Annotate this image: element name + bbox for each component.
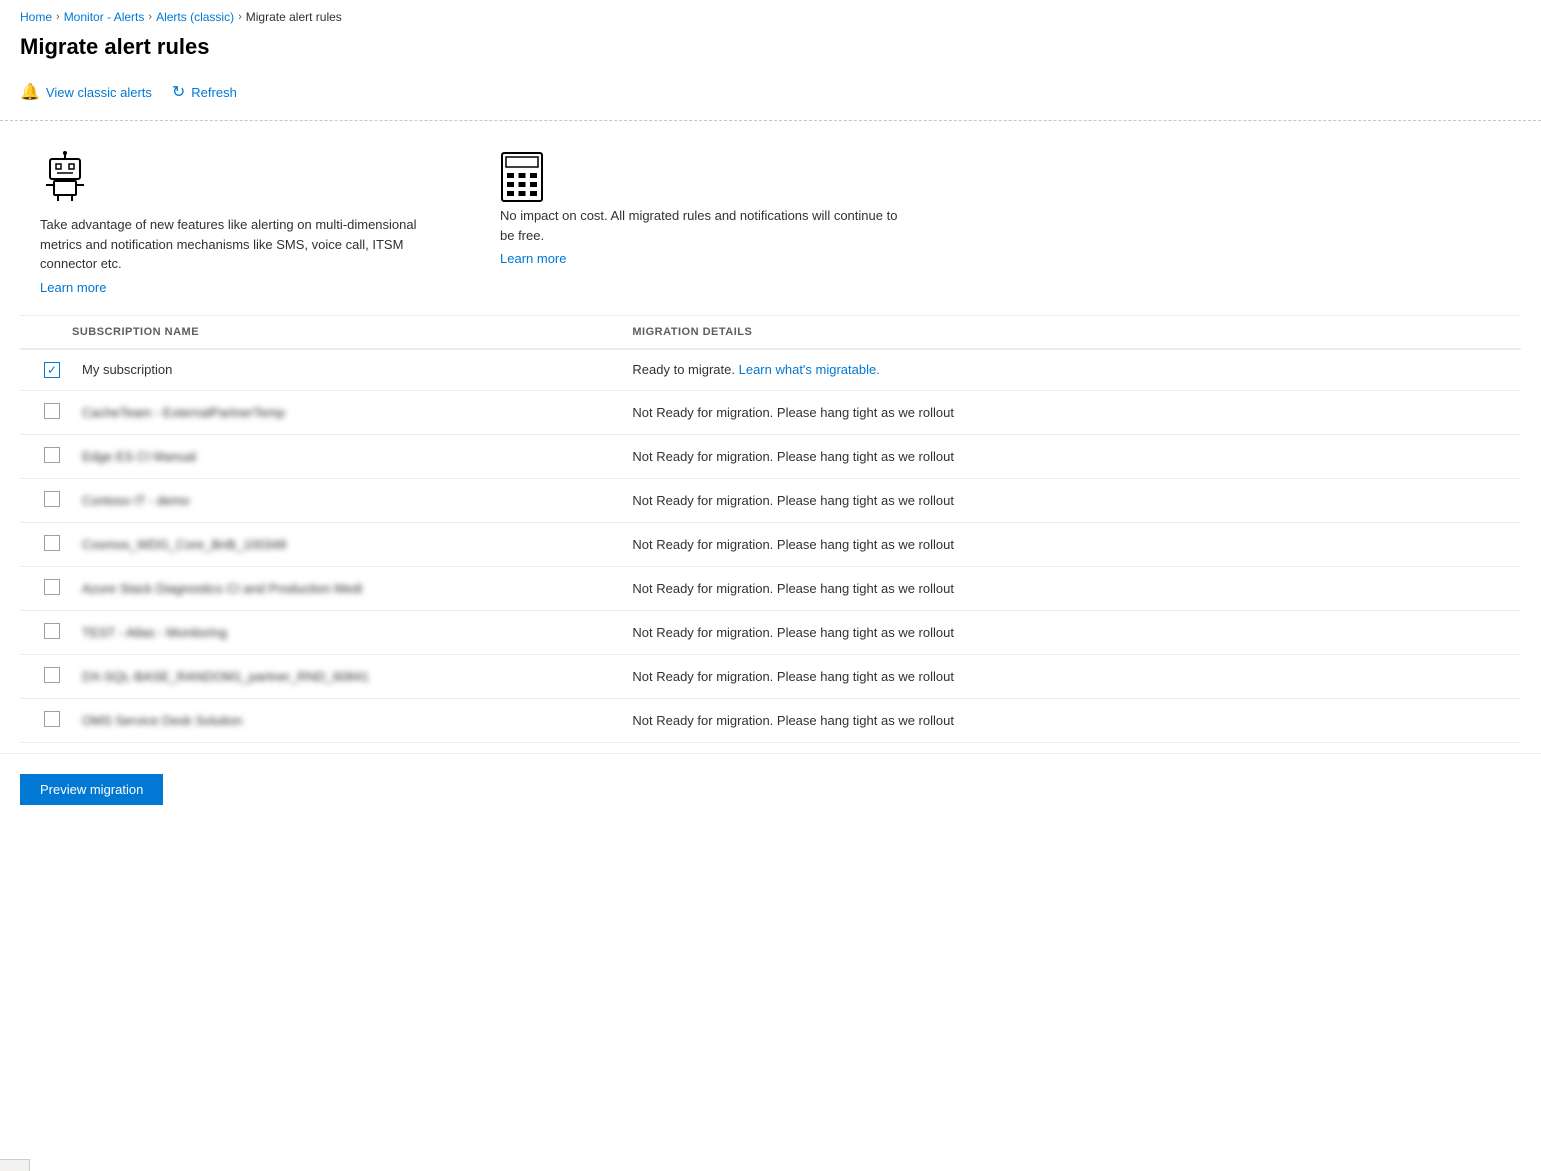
subscription-cell: TEST - Atlas - Monitoring <box>20 610 620 654</box>
table-wrapper: SUBSCRIPTION NAME MIGRATION DETAILS ✓ My … <box>20 315 1521 743</box>
table-header-row: SUBSCRIPTION NAME MIGRATION DETAILS <box>20 316 1521 349</box>
not-ready-migration-text: Not Ready for migration. Please hang tig… <box>632 449 954 464</box>
subscription-name: CacheTeam - ExternalPartnerTemp <box>82 405 285 420</box>
checkbox-unchecked-icon <box>44 535 60 551</box>
table-section: SUBSCRIPTION NAME MIGRATION DETAILS ✓ My … <box>0 315 1541 743</box>
subscription-name: DX-SQL-BASE_RANDOM1_partner_RND_60841 <box>82 669 369 684</box>
subscription-name: Cosmos_WDG_Core_BnB_100348 <box>82 537 287 552</box>
breadcrumb-monitor-alerts[interactable]: Monitor - Alerts <box>64 10 145 24</box>
subscription-checkbox[interactable] <box>32 667 72 686</box>
table-row: Cosmos_WDG_Core_BnB_100348 Not Ready for … <box>20 522 1521 566</box>
subscription-name: OMS Service Desk Solution <box>82 713 242 728</box>
refresh-icon: ↻ <box>172 82 185 102</box>
breadcrumb-sep-2: › <box>148 11 152 23</box>
view-classic-alerts-button[interactable]: 🔔 View classic alerts <box>20 76 162 108</box>
info-section: Take advantage of new features like aler… <box>0 121 1541 315</box>
breadcrumb-current: Migrate alert rules <box>246 10 342 24</box>
ready-migration-text: Ready to migrate. Learn what's migratabl… <box>632 362 879 377</box>
info-text-cost: No impact on cost. All migrated rules an… <box>500 206 900 245</box>
table-row: DX-SQL-BASE_RANDOM1_partner_RND_60841 Not… <box>20 654 1521 698</box>
not-ready-migration-text: Not Ready for migration. Please hang tig… <box>632 713 954 728</box>
subscription-checkbox[interactable] <box>32 535 72 554</box>
checkbox-unchecked-icon <box>44 711 60 727</box>
th-subscription-name: SUBSCRIPTION NAME <box>20 316 620 349</box>
subscription-cell: Azure Stack Diagnostics CI and Productio… <box>20 566 620 610</box>
subscription-checkbox[interactable] <box>32 447 72 466</box>
subscription-name: Contoso IT - demo <box>82 493 189 508</box>
scroll-indicator <box>0 1159 30 1171</box>
subscription-cell: Cosmos_WDG_Core_BnB_100348 <box>20 522 620 566</box>
table-row: CacheTeam - ExternalPartnerTemp Not Ready… <box>20 390 1521 434</box>
breadcrumb-sep-3: › <box>238 11 242 23</box>
subscription-name: My subscription <box>82 362 172 377</box>
checkbox-unchecked-icon <box>44 579 60 595</box>
learn-more-link-features[interactable]: Learn more <box>40 280 106 295</box>
migration-cell: Not Ready for migration. Please hang tig… <box>620 654 1521 698</box>
migration-cell: Not Ready for migration. Please hang tig… <box>620 698 1521 742</box>
subscription-cell: DX-SQL-BASE_RANDOM1_partner_RND_60841 <box>20 654 620 698</box>
footer-section: Preview migration <box>0 753 1541 825</box>
table-row: OMS Service Desk Solution Not Ready for m… <box>20 698 1521 742</box>
checkbox-unchecked-icon <box>44 403 60 419</box>
robot-icon <box>40 151 90 201</box>
breadcrumb-alerts-classic[interactable]: Alerts (classic) <box>156 10 234 24</box>
subscription-cell: CacheTeam - ExternalPartnerTemp <box>20 390 620 434</box>
migration-cell: Not Ready for migration. Please hang tig… <box>620 522 1521 566</box>
subscription-checkbox[interactable] <box>32 403 72 422</box>
breadcrumb: Home › Monitor - Alerts › Alerts (classi… <box>0 0 1541 30</box>
not-ready-migration-text: Not Ready for migration. Please hang tig… <box>632 581 954 596</box>
subscription-checkbox[interactable]: ✓ <box>32 362 72 378</box>
info-card-features: Take advantage of new features like aler… <box>40 151 440 295</box>
page-title: Migrate alert rules <box>0 30 1541 76</box>
migration-cell: Not Ready for migration. Please hang tig… <box>620 610 1521 654</box>
subscription-cell: Contoso IT - demo <box>20 478 620 522</box>
breadcrumb-home[interactable]: Home <box>20 10 52 24</box>
not-ready-migration-text: Not Ready for migration. Please hang tig… <box>632 669 954 684</box>
checkbox-unchecked-icon <box>44 491 60 507</box>
subscription-cell: ✓ My subscription <box>20 349 620 391</box>
bell-icon: 🔔 <box>20 82 40 102</box>
subscriptions-table: SUBSCRIPTION NAME MIGRATION DETAILS ✓ My … <box>20 316 1521 743</box>
subscription-checkbox[interactable] <box>32 711 72 730</box>
table-row: Azure Stack Diagnostics CI and Productio… <box>20 566 1521 610</box>
learn-migratable-link[interactable]: Learn what's migratable. <box>739 362 880 377</box>
subscription-name: Azure Stack Diagnostics CI and Productio… <box>82 581 362 596</box>
not-ready-migration-text: Not Ready for migration. Please hang tig… <box>632 493 954 508</box>
migration-cell: Not Ready for migration. Please hang tig… <box>620 478 1521 522</box>
refresh-label: Refresh <box>191 85 237 100</box>
info-text-features: Take advantage of new features like aler… <box>40 215 440 274</box>
table-row: TEST - Atlas - Monitoring Not Ready for m… <box>20 610 1521 654</box>
migration-cell: Not Ready for migration. Please hang tig… <box>620 390 1521 434</box>
subscription-checkbox[interactable] <box>32 491 72 510</box>
view-classic-alerts-label: View classic alerts <box>46 85 152 100</box>
table-row: ✓ My subscription Ready to migrate. Learn … <box>20 349 1521 391</box>
not-ready-migration-text: Not Ready for migration. Please hang tig… <box>632 537 954 552</box>
preview-migration-button[interactable]: Preview migration <box>20 774 163 805</box>
checkbox-unchecked-icon <box>44 667 60 683</box>
th-migration-details: MIGRATION DETAILS <box>620 316 1521 349</box>
table-row: Contoso IT - demo Not Ready for migration… <box>20 478 1521 522</box>
checkbox-unchecked-icon <box>44 623 60 639</box>
migration-cell: Ready to migrate. Learn what's migratabl… <box>620 349 1521 391</box>
subscription-checkbox[interactable] <box>32 623 72 642</box>
learn-more-link-cost[interactable]: Learn more <box>500 251 566 266</box>
calculator-icon <box>500 151 900 206</box>
subscription-cell: Edge ES CI Manual <box>20 434 620 478</box>
refresh-button[interactable]: ↻ Refresh <box>172 76 247 108</box>
migration-cell: Not Ready for migration. Please hang tig… <box>620 434 1521 478</box>
table-row: Edge ES CI Manual Not Ready for migration… <box>20 434 1521 478</box>
not-ready-migration-text: Not Ready for migration. Please hang tig… <box>632 625 954 640</box>
subscription-checkbox[interactable] <box>32 579 72 598</box>
not-ready-migration-text: Not Ready for migration. Please hang tig… <box>632 405 954 420</box>
checkbox-unchecked-icon <box>44 447 60 463</box>
info-card-cost: No impact on cost. All migrated rules an… <box>500 151 900 295</box>
toolbar: 🔔 View classic alerts ↻ Refresh <box>0 76 1541 121</box>
migration-cell: Not Ready for migration. Please hang tig… <box>620 566 1521 610</box>
subscription-name: TEST - Atlas - Monitoring <box>82 625 227 640</box>
subscription-cell: OMS Service Desk Solution <box>20 698 620 742</box>
breadcrumb-sep-1: › <box>56 11 60 23</box>
checkbox-checked-icon: ✓ <box>44 362 60 378</box>
subscription-name: Edge ES CI Manual <box>82 449 196 464</box>
